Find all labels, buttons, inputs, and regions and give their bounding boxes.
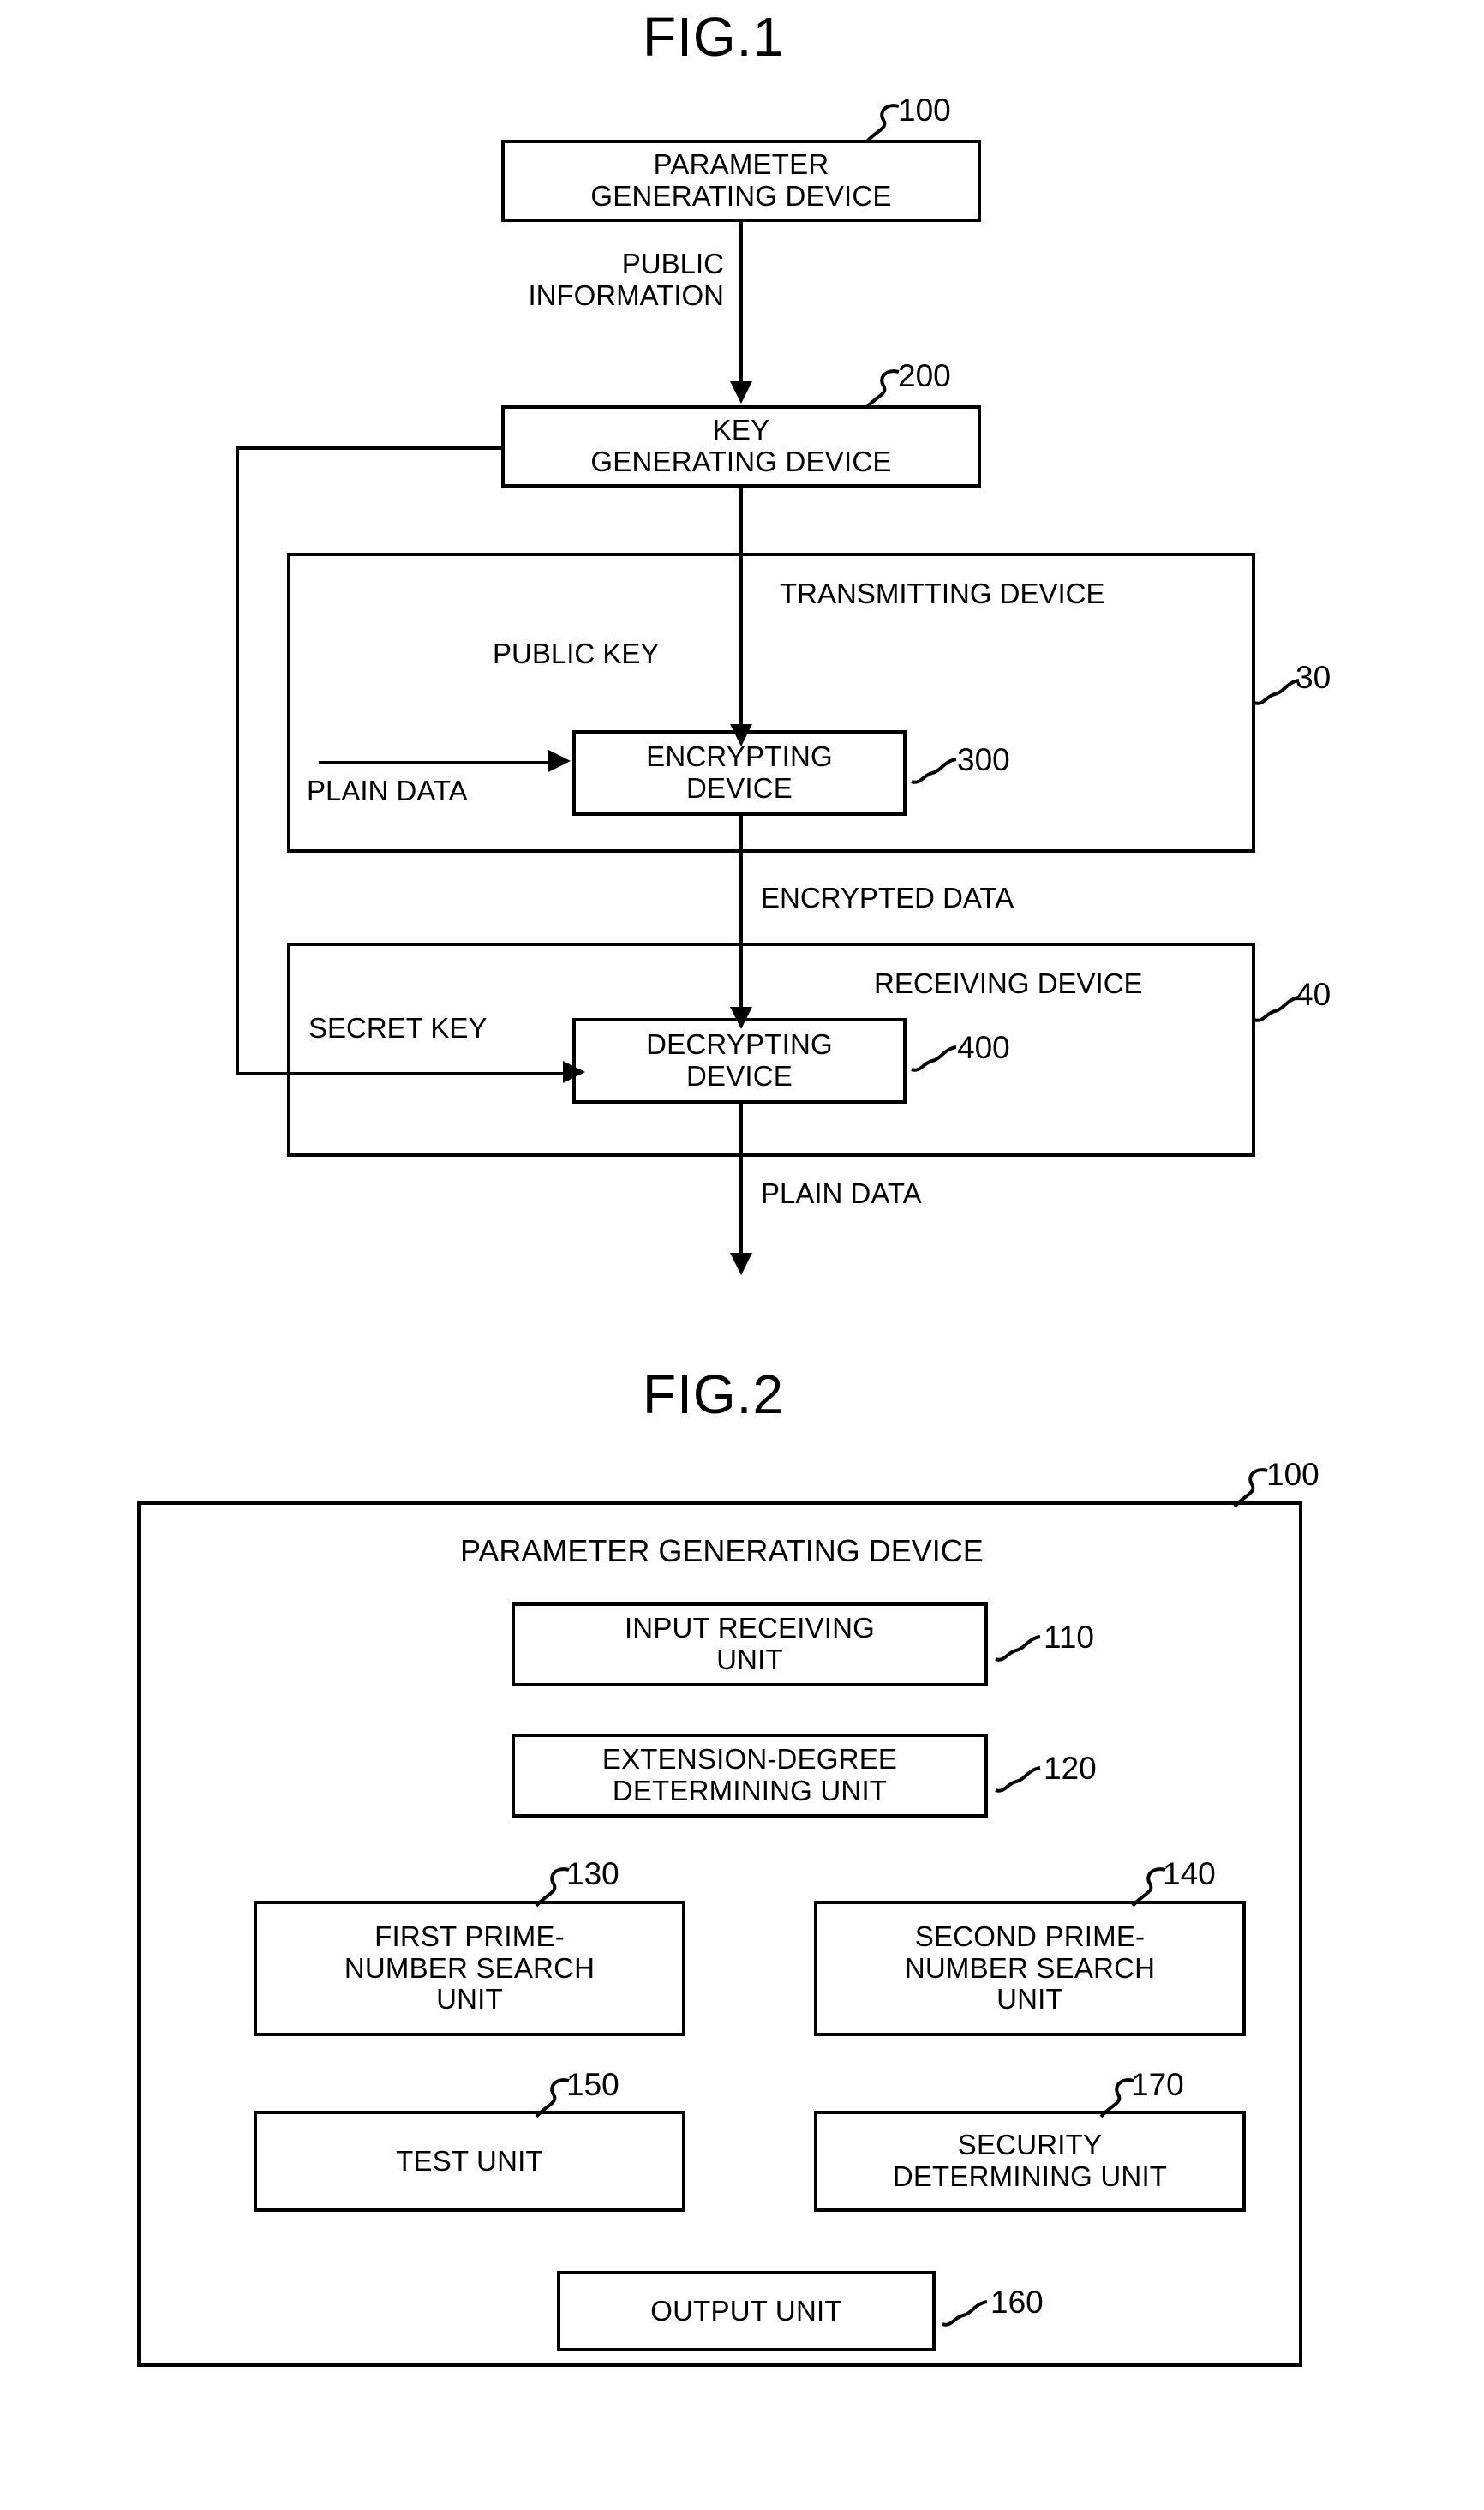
leader-squiggle-300 bbox=[911, 758, 957, 784]
arrowhead-public-key bbox=[730, 724, 752, 746]
output-unit-label: OUTPUT UNIT bbox=[650, 2294, 842, 2327]
patent-drawing-sheet: FIG.1 100 PARAMETER GENERATING DEVICE PU… bbox=[0, 0, 1484, 2510]
decrypting-device-label: DECRYPTING DEVICE bbox=[646, 1028, 833, 1092]
parameter-generating-device-label: PARAMETER GENERATING DEVICE bbox=[590, 148, 892, 212]
flow-label-plain-data-in: PLAIN DATA bbox=[307, 775, 468, 806]
parameter-generating-device-title-fig2: PARAMETER GENERATING DEVICE bbox=[460, 1533, 984, 1568]
leader-squiggle-200 bbox=[865, 369, 900, 410]
leader-squiggle-140 bbox=[1131, 1867, 1166, 1908]
reference-numeral-100-fig1: 100 bbox=[898, 93, 951, 128]
reference-numeral-110: 110 bbox=[1044, 1620, 1094, 1655]
reference-numeral-130: 130 bbox=[566, 1856, 619, 1891]
leader-squiggle-400 bbox=[911, 1045, 957, 1072]
input-receiving-unit-label: INPUT RECEIVING UNIT bbox=[624, 1612, 876, 1675]
extension-degree-determining-unit-label: EXTENSION-DEGREE DETERMINING UNIT bbox=[601, 1743, 898, 1806]
arrowhead-secret-key bbox=[563, 1061, 585, 1083]
first-prime-number-search-unit-label: FIRST PRIME- NUMBER SEARCH UNIT bbox=[344, 1920, 595, 2016]
reference-numeral-150: 150 bbox=[566, 2067, 619, 2102]
reference-numeral-300: 300 bbox=[957, 742, 1010, 777]
connector-plain-data-in bbox=[319, 761, 552, 764]
connector-secret-key-left-rail bbox=[236, 446, 239, 1072]
arrowhead-plain-data-in bbox=[548, 750, 571, 772]
second-prime-number-search-unit-label: SECOND PRIME- NUMBER SEARCH UNIT bbox=[904, 1920, 1156, 2016]
key-generating-device-box: KEY GENERATING DEVICE bbox=[501, 405, 981, 488]
leader-squiggle-110 bbox=[995, 1635, 1041, 1662]
reference-numeral-40: 40 bbox=[1296, 977, 1331, 1012]
figure-1-title: FIG.1 bbox=[643, 6, 785, 68]
reference-numeral-140: 140 bbox=[1163, 1856, 1216, 1891]
reference-numeral-120: 120 bbox=[1044, 1751, 1097, 1786]
input-receiving-unit-box: INPUT RECEIVING UNIT bbox=[512, 1602, 988, 1686]
parameter-generating-device-box-fig1: PARAMETER GENERATING DEVICE bbox=[501, 140, 981, 222]
first-prime-number-search-unit-box: FIRST PRIME- NUMBER SEARCH UNIT bbox=[254, 1901, 685, 2036]
leader-squiggle-40 bbox=[1254, 996, 1300, 1022]
leader-squiggle-160 bbox=[942, 2300, 988, 2327]
encrypting-device-label: ENCRYPTING DEVICE bbox=[646, 740, 833, 804]
flow-label-plain-data-out: PLAIN DATA bbox=[761, 1177, 922, 1209]
reference-numeral-160: 160 bbox=[990, 2285, 1044, 2320]
security-determining-unit-box: SECURITY DETERMINING UNIT bbox=[814, 2111, 1246, 2212]
reference-numeral-30: 30 bbox=[1296, 660, 1331, 695]
arrowhead-plain-data-out bbox=[730, 1253, 752, 1275]
connector-public-information bbox=[739, 222, 743, 390]
key-generating-device-label: KEY GENERATING DEVICE bbox=[590, 414, 892, 477]
figure-2-title: FIG.2 bbox=[643, 1363, 785, 1425]
connector-secret-key-top bbox=[236, 446, 503, 450]
test-unit-label: TEST UNIT bbox=[396, 2144, 543, 2177]
flow-label-public-information: PUBLIC INFORMATION bbox=[528, 248, 724, 311]
leader-squiggle-120 bbox=[995, 1766, 1041, 1793]
leader-squiggle-30 bbox=[1254, 679, 1300, 705]
security-determining-unit-label: SECURITY DETERMINING UNIT bbox=[892, 2129, 1168, 2192]
receiving-device-label: RECEIVING DEVICE bbox=[874, 967, 1143, 999]
flow-label-secret-key: SECRET KEY bbox=[308, 1012, 488, 1044]
transmitting-device-label: TRANSMITTING DEVICE bbox=[780, 578, 1105, 609]
leader-squiggle-100-fig2 bbox=[1233, 1468, 1268, 1508]
reference-numeral-170: 170 bbox=[1131, 2067, 1184, 2102]
flow-label-public-key: PUBLIC KEY bbox=[493, 638, 660, 669]
second-prime-number-search-unit-box: SECOND PRIME- NUMBER SEARCH UNIT bbox=[814, 1901, 1246, 2036]
leader-squiggle-150 bbox=[535, 2078, 570, 2118]
leader-squiggle-170 bbox=[1099, 2078, 1134, 2118]
leader-squiggle-100-fig1 bbox=[865, 104, 900, 144]
connector-secret-key-bottom bbox=[236, 1072, 566, 1075]
test-unit-box: TEST UNIT bbox=[254, 2111, 685, 2212]
extension-degree-determining-unit-box: EXTENSION-DEGREE DETERMINING UNIT bbox=[512, 1734, 988, 1818]
decrypting-device-box: DECRYPTING DEVICE bbox=[572, 1018, 907, 1104]
leader-squiggle-130 bbox=[535, 1867, 570, 1908]
reference-numeral-200: 200 bbox=[898, 358, 951, 393]
flow-label-encrypted-data: ENCRYPTED DATA bbox=[761, 882, 1014, 914]
output-unit-box: OUTPUT UNIT bbox=[557, 2271, 936, 2351]
arrowhead-encrypted-data bbox=[730, 1007, 752, 1029]
reference-numeral-100-fig2: 100 bbox=[1266, 1457, 1319, 1492]
connector-public-key bbox=[739, 488, 743, 732]
connector-encrypted-data bbox=[739, 816, 743, 1015]
connector-plain-data-out bbox=[739, 1104, 743, 1262]
arrowhead-public-information bbox=[730, 381, 752, 404]
reference-numeral-400: 400 bbox=[957, 1030, 1010, 1065]
